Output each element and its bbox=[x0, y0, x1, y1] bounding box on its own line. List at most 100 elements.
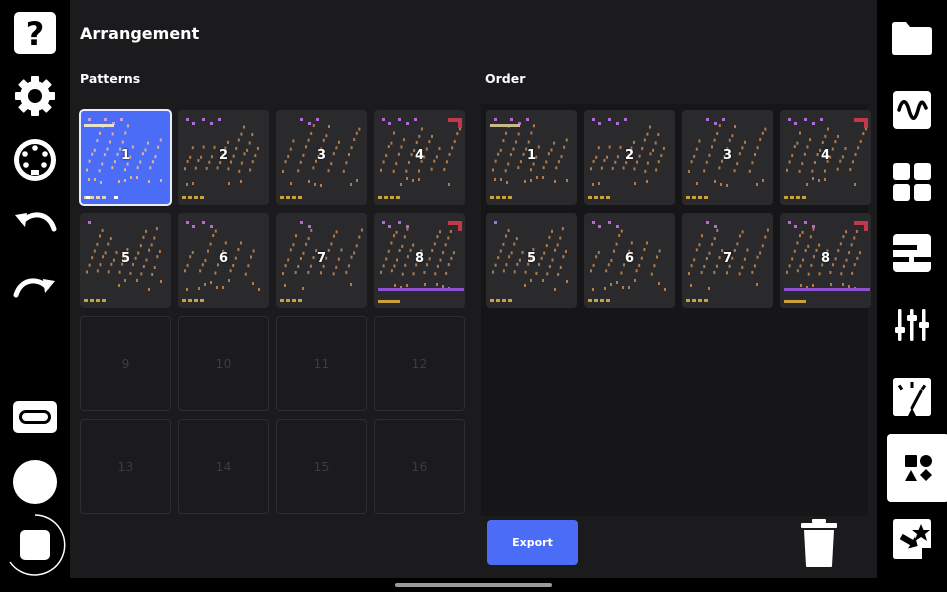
mixer-button[interactable] bbox=[877, 302, 947, 348]
thumbnail-pixel bbox=[809, 235, 812, 239]
pattern-cell-empty[interactable]: 12 bbox=[374, 316, 465, 411]
stop-button[interactable] bbox=[0, 512, 70, 578]
order-slot[interactable]: 8 bbox=[780, 213, 871, 308]
meter-button[interactable] bbox=[877, 374, 947, 420]
order-number: 4 bbox=[820, 148, 831, 163]
pattern-cell[interactable]: 7 bbox=[276, 213, 367, 308]
thumbnail-pixel bbox=[840, 272, 843, 276]
thumbnail-pixel bbox=[198, 287, 200, 290]
pattern-cell[interactable]: 3 bbox=[276, 110, 367, 205]
thumbnail-pixel bbox=[243, 125, 246, 129]
arrangement-tab-button[interactable] bbox=[887, 434, 947, 502]
thumbnail-pixel bbox=[708, 287, 710, 290]
thumbnail-pixel bbox=[148, 180, 150, 183]
thumbnail-pixel bbox=[159, 138, 162, 142]
thumbnail-pixel bbox=[147, 141, 150, 145]
pattern-cell-empty[interactable]: 15 bbox=[276, 419, 367, 514]
thumbnail-pixel bbox=[494, 221, 497, 224]
order-slot[interactable]: 7 bbox=[682, 213, 773, 308]
pads-button[interactable] bbox=[877, 160, 947, 204]
thumbnail-pixel bbox=[592, 183, 594, 186]
thumbnail-pixel bbox=[862, 132, 865, 136]
order-slot[interactable]: 1 bbox=[486, 110, 577, 205]
pattern-cell[interactable]: 2 bbox=[178, 110, 269, 205]
thumbnail-pixel bbox=[618, 234, 621, 238]
pattern-number: 13 bbox=[117, 459, 134, 474]
export-button[interactable]: Export bbox=[487, 520, 578, 565]
thumbnail-pixel bbox=[258, 288, 260, 291]
pattern-cell-empty[interactable]: 10 bbox=[178, 316, 269, 411]
thumbnail-pixel bbox=[292, 243, 295, 247]
thumbnail-pixel bbox=[505, 131, 507, 135]
thumbnail-pixel bbox=[748, 169, 751, 173]
thumbnail-pixel bbox=[764, 127, 767, 131]
thumbnail-pixel bbox=[615, 242, 618, 246]
thumbnail-pixel bbox=[524, 180, 526, 183]
order-slot[interactable]: 4 bbox=[780, 110, 871, 205]
thumbnail-pixel bbox=[686, 299, 690, 302]
thumbnail-pixel bbox=[218, 118, 221, 121]
thumbnail-pixel bbox=[650, 272, 653, 276]
thumbnail-pixel bbox=[506, 181, 508, 184]
thumbnail-pixel bbox=[124, 168, 126, 172]
thumbnail-pixel bbox=[436, 235, 439, 239]
settings-button[interactable] bbox=[0, 72, 70, 120]
pattern-cell-empty[interactable]: 16 bbox=[374, 419, 465, 514]
thumbnail-pixel bbox=[496, 299, 500, 302]
thumbnail-pixel bbox=[608, 221, 611, 224]
order-slot[interactable]: 5 bbox=[486, 213, 577, 308]
piano-roll-icon bbox=[893, 234, 931, 272]
thumbnail-pixel bbox=[826, 127, 829, 131]
thumbnail-pixel bbox=[380, 270, 382, 274]
synth-button[interactable] bbox=[877, 88, 947, 132]
piano-roll-button[interactable] bbox=[877, 230, 947, 276]
pattern-cell[interactable]: 6 bbox=[178, 213, 269, 308]
thumbnail-pixel bbox=[139, 244, 142, 248]
export-tab-button[interactable] bbox=[877, 516, 947, 562]
thumbnail-pixel bbox=[744, 140, 746, 144]
thumbnail-pixel bbox=[406, 122, 409, 125]
thumbnail-pixel bbox=[824, 169, 826, 173]
thumbnail-pixel bbox=[824, 134, 827, 138]
thumbnail-pixel bbox=[212, 234, 215, 238]
thumbnail-pixel bbox=[350, 183, 352, 186]
pattern-number: 3 bbox=[316, 148, 327, 163]
record-button[interactable] bbox=[0, 458, 70, 506]
midi-button[interactable] bbox=[0, 135, 70, 185]
thumbnail-pixel bbox=[839, 242, 842, 246]
thumbnail-pixel bbox=[153, 265, 156, 269]
order-slot[interactable]: 2 bbox=[584, 110, 675, 205]
thumbnail-pixel bbox=[756, 183, 758, 186]
pattern-cell[interactable]: 4 bbox=[374, 110, 465, 205]
tape-button[interactable] bbox=[0, 398, 70, 436]
pattern-cell[interactable]: 8 bbox=[374, 213, 465, 308]
patterns-grid: 1 2 3 4 5 6 7 8 9 10 11 12 13 14 15 16 bbox=[79, 109, 465, 514]
thumbnail-pixel bbox=[494, 118, 497, 121]
thumbnail-pixel bbox=[515, 140, 518, 144]
pattern-cell-empty[interactable]: 11 bbox=[276, 316, 367, 411]
thumbnail-pixel bbox=[333, 234, 335, 238]
help-button[interactable]: ? bbox=[0, 10, 70, 56]
redo-button[interactable] bbox=[0, 272, 70, 310]
order-slot[interactable]: 6 bbox=[584, 213, 675, 308]
pattern-cell-empty[interactable]: 14 bbox=[178, 419, 269, 514]
thumbnail-pixel bbox=[423, 270, 426, 274]
pattern-cell-empty[interactable]: 13 bbox=[80, 419, 171, 514]
thumbnail-pixel bbox=[688, 272, 690, 276]
pattern-cell-empty[interactable]: 9 bbox=[80, 316, 171, 411]
thumbnail-pixel bbox=[109, 140, 112, 144]
trash-icon[interactable] bbox=[799, 518, 839, 568]
pattern-cell[interactable]: 1 bbox=[79, 109, 172, 206]
files-button[interactable] bbox=[877, 16, 947, 60]
order-slot[interactable]: 3 bbox=[682, 110, 773, 205]
thumbnail-pixel bbox=[692, 196, 696, 199]
pattern-cell[interactable]: 5 bbox=[80, 213, 171, 308]
thumbnail-pixel bbox=[812, 284, 814, 287]
thumbnail-pixel bbox=[102, 196, 106, 199]
undo-button[interactable] bbox=[0, 206, 70, 244]
thumbnail-pixel bbox=[96, 196, 100, 199]
thumbnail-pixel bbox=[654, 141, 657, 145]
pattern-number: 16 bbox=[411, 459, 428, 474]
thumbnail-pixel bbox=[530, 279, 532, 282]
thumbnail-pixel bbox=[98, 169, 101, 173]
